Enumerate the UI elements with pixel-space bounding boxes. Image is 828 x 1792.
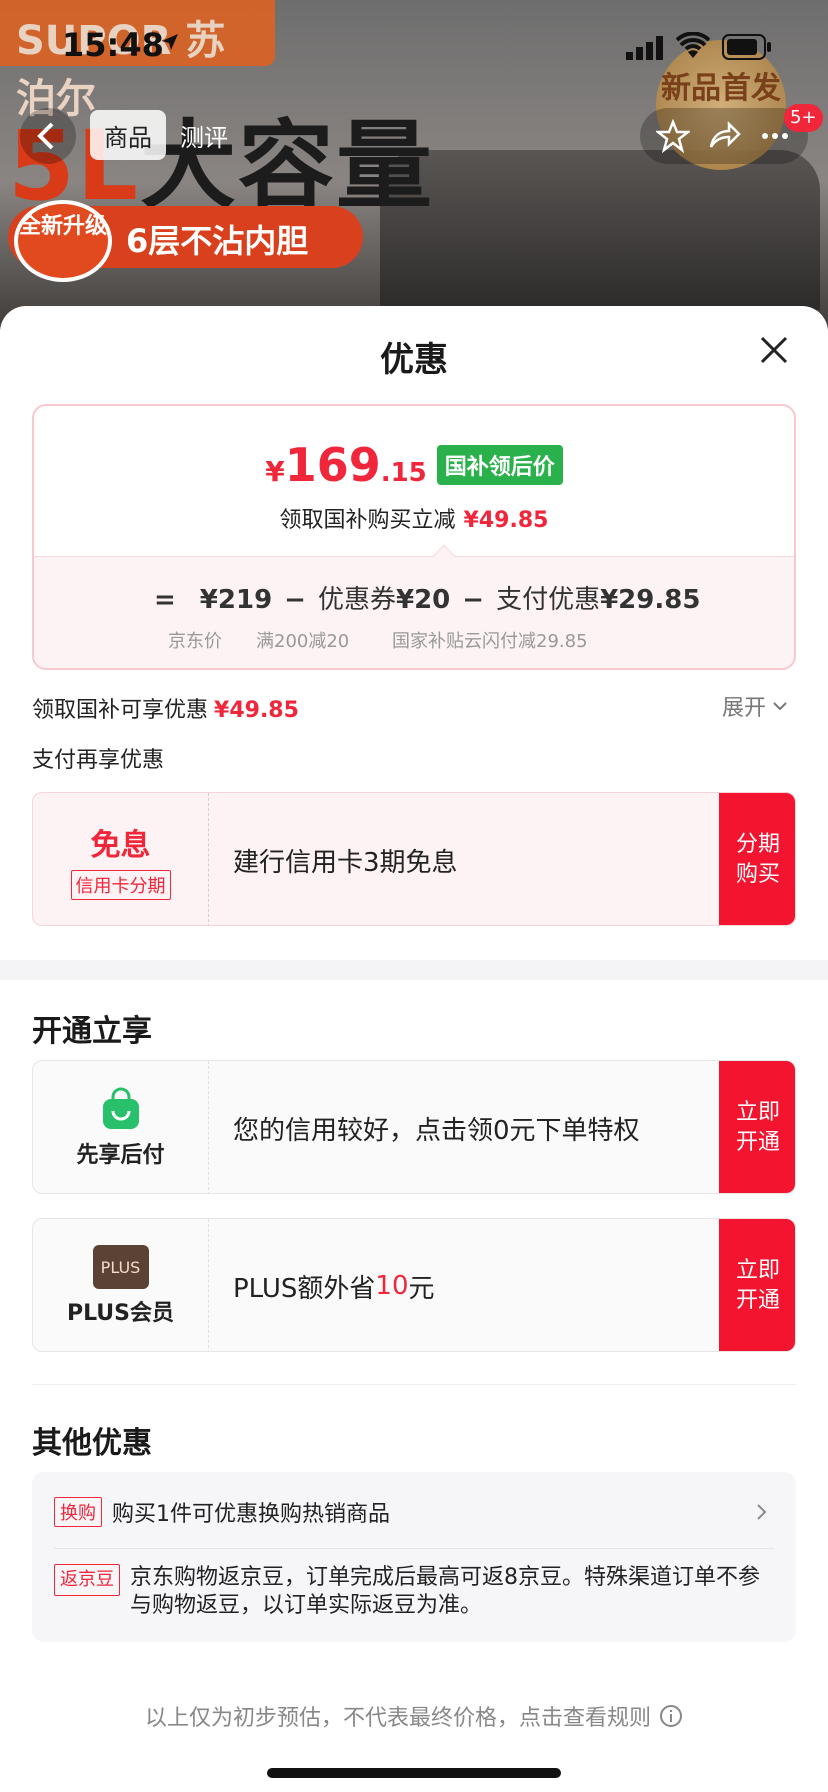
back-button[interactable]: [20, 108, 76, 164]
pay-discount-item: 支付优惠¥29.85: [496, 585, 701, 615]
coupon-note: 满200减20: [256, 631, 350, 652]
thin-divider: [32, 1384, 796, 1385]
banner-seal: 全新升级: [14, 200, 112, 282]
close-icon[interactable]: [756, 332, 792, 368]
jd-bean-text: 京东购物返京豆，订单完成后最高可返8京豆。特殊渠道订单不参与购物返豆，以订单实际…: [130, 1565, 760, 1618]
other-section-title: 其他优惠: [32, 1426, 152, 1461]
chevron-right-icon[interactable]: [754, 1502, 770, 1522]
jd-bean-row: 返京豆 京东购物返京豆，订单完成后最高可返8京豆。特殊渠道订单不参与购物返豆，以…: [54, 1564, 774, 1620]
jd-bean-tag: 返京豆: [54, 1564, 120, 1596]
message-count-badge: 5+: [784, 104, 823, 132]
price-breakdown-card: ¥169.15 国补领后价 领取国补购买立减 ¥49.85 = ¥219 − 优惠…: [32, 404, 796, 670]
pay-later-card[interactable]: 先享后付 您的信用较好，点击领0元下单特权 立即 开通: [32, 1060, 796, 1194]
expand-label: 展开: [722, 696, 767, 721]
sheet-title: 优惠: [380, 340, 448, 380]
subsidy-offer-line: 领取国补可享优惠 ¥49.85: [32, 698, 299, 723]
installment-text: 建行信用卡3期免息: [233, 847, 458, 878]
battery-icon: [722, 34, 771, 60]
final-price-area: ¥169.15 国补领后价 领取国补购买立减 ¥49.85: [34, 406, 794, 556]
wifi-icon: [676, 32, 710, 58]
trade-in-row[interactable]: 换购 购买1件可优惠换购热销商品: [54, 1490, 774, 1534]
jd-price-note: 京东价: [168, 631, 222, 652]
favorite-star-icon[interactable]: [654, 118, 692, 154]
final-price: ¥169.15: [265, 438, 427, 492]
plus-member-card[interactable]: PLUS PLUS会员 PLUS额外省 10 元 立即 开通: [32, 1218, 796, 1352]
installment-card[interactable]: 免息 信用卡分期 建行信用卡3期免息 分期 购买: [32, 792, 796, 926]
pay-later-open-button[interactable]: 立即 开通: [719, 1061, 795, 1193]
pay-later-label: 先享后付: [76, 1143, 165, 1168]
minus-sign: −: [462, 585, 485, 615]
share-icon[interactable]: [707, 119, 741, 153]
plus-text: PLUS额外省 10 元: [233, 1271, 435, 1304]
rice-cooker-image: [380, 150, 820, 310]
price-formula: = ¥219 − 优惠券¥20 − 支付优惠¥29.85 京东价 满200减20…: [34, 556, 794, 668]
rules-footer-text: 以上仅为初步预估，不代表最终价格，点击查看规则: [144, 1706, 651, 1731]
jd-price-value: ¥219: [199, 585, 273, 615]
credit-installment-tag: 信用卡分期: [70, 870, 171, 900]
row-separator: [54, 1548, 774, 1549]
minus-sign: −: [284, 585, 306, 615]
status-bar: 15:48: [0, 0, 828, 90]
chevron-down-icon: [773, 702, 787, 711]
subsidy-price-tag: 国补领后价: [436, 445, 563, 485]
equals-sign: =: [154, 585, 176, 615]
rules-footer[interactable]: 以上仅为初步预估，不代表最终价格，点击查看规则: [0, 1700, 828, 1732]
plus-member-label: PLUS会员: [66, 1301, 175, 1326]
trade-in-tag: 换购: [54, 1497, 102, 1527]
subsidy-discount-line: 领取国补购买立减 ¥49.85: [279, 508, 549, 533]
pay-more-label: 支付再享优惠: [32, 748, 165, 773]
open-section-title: 开通立享: [32, 1014, 152, 1049]
product-tabs: 商品 测评: [90, 110, 242, 160]
cellular-signal-icon: [626, 36, 663, 60]
pay-discount-note: 国家补贴云闪付减29.85: [392, 631, 588, 652]
other-offers-box: 换购 购买1件可优惠换购热销商品 返京豆 京东购物返京豆，订单完成后最高可返8京…: [32, 1472, 796, 1642]
tab-review[interactable]: 测评: [166, 110, 242, 160]
plus-logo: PLUS: [92, 1245, 149, 1289]
trade-in-text: 购买1件可优惠换购热销商品: [112, 1502, 390, 1527]
pay-later-text: 您的信用较好，点击领0元下单特权: [233, 1115, 640, 1146]
status-time: 15:48: [62, 26, 164, 64]
nav-actions: [640, 108, 808, 164]
shopping-bag-icon: [102, 1087, 139, 1129]
chevron-left-icon: [37, 122, 54, 150]
discount-sheet: 优惠 ¥169.15 国补领后价 领取国补购买立减 ¥49.85 = ¥219 −…: [0, 306, 828, 1792]
tab-product[interactable]: 商品: [90, 110, 166, 160]
expand-button[interactable]: 展开: [722, 690, 788, 722]
plus-open-button[interactable]: 立即 开通: [719, 1219, 795, 1351]
location-arrow-icon: [162, 34, 178, 50]
section-divider: [0, 960, 828, 980]
coupon-item: 优惠券¥20: [317, 585, 451, 615]
interest-free-title: 免息: [90, 828, 151, 863]
installment-buy-button[interactable]: 分期 购买: [719, 793, 795, 925]
home-indicator: [267, 1768, 561, 1778]
info-icon: [660, 1705, 682, 1727]
